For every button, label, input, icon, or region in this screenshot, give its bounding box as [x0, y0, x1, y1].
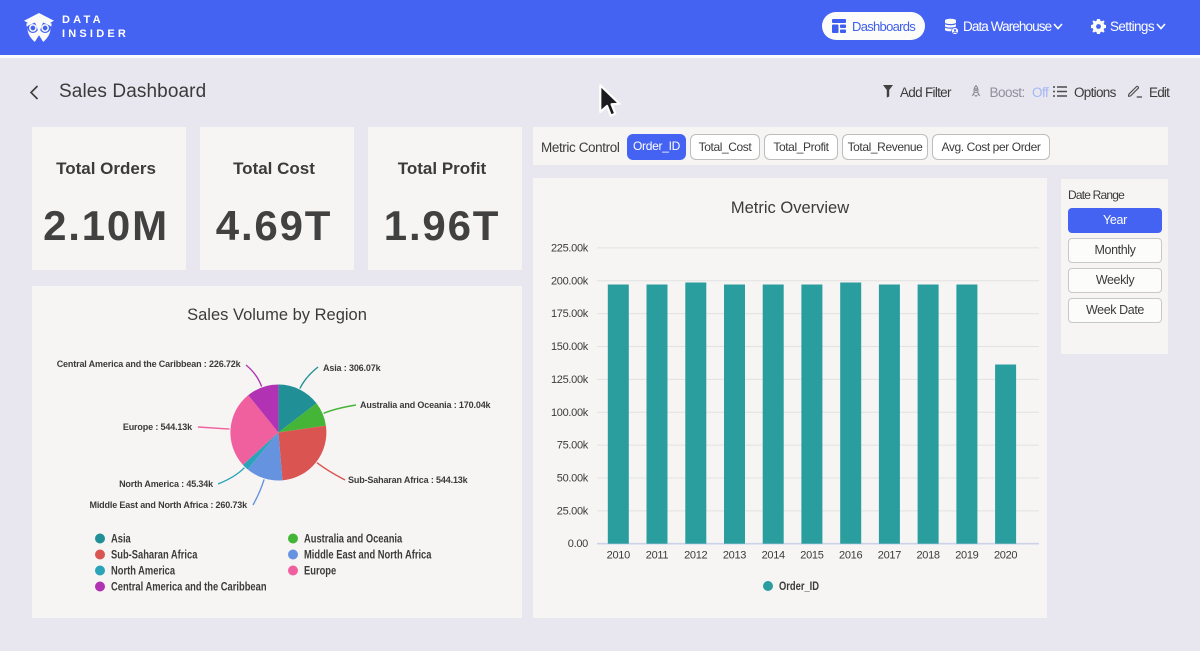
svg-text:Asia : 306.07k: Asia : 306.07k — [323, 363, 382, 373]
svg-text:Central America and the Caribb: Central America and the Caribbean — [111, 580, 267, 593]
svg-text:2016: 2016 — [839, 550, 862, 562]
svg-text:75.00k: 75.00k — [557, 440, 589, 452]
svg-text:2010: 2010 — [607, 550, 630, 562]
svg-text:175.00k: 175.00k — [551, 308, 589, 320]
svg-text:Europe: Europe — [304, 564, 336, 577]
svg-text:2013: 2013 — [723, 550, 746, 562]
svg-text:Middle East and North Africa: Middle East and North Africa — [304, 548, 432, 561]
svg-text:100.00k: 100.00k — [551, 407, 589, 419]
svg-text:200.00k: 200.00k — [551, 275, 589, 287]
svg-text:Central America and the Caribb: Central America and the Caribbean : 226.… — [57, 359, 242, 369]
svg-text:North America : 45.34k: North America : 45.34k — [119, 479, 214, 489]
svg-text:Europe : 544.13k: Europe : 544.13k — [123, 422, 193, 432]
svg-text:150.00k: 150.00k — [551, 341, 589, 353]
svg-text:Australia and Oceania : 170.04: Australia and Oceania : 170.04k — [360, 400, 492, 410]
svg-text:2011: 2011 — [646, 550, 669, 562]
svg-text:2017: 2017 — [878, 550, 901, 562]
svg-text:25.00k: 25.00k — [557, 505, 589, 517]
svg-text:2015: 2015 — [800, 550, 823, 562]
svg-text:Order_ID: Order_ID — [779, 580, 819, 593]
svg-text:Middle East and North Africa :: Middle East and North Africa : 260.73k — [89, 500, 248, 510]
svg-text:North America: North America — [111, 564, 176, 577]
svg-text:2018: 2018 — [916, 550, 939, 562]
svg-text:125.00k: 125.00k — [551, 374, 589, 386]
svg-text:Australia and Oceania: Australia and Oceania — [304, 532, 403, 545]
svg-text:2020: 2020 — [994, 550, 1017, 562]
svg-text:Sub-Saharan Africa: Sub-Saharan Africa — [111, 548, 198, 561]
svg-text:50.00k: 50.00k — [557, 472, 589, 484]
svg-text:2019: 2019 — [955, 550, 978, 562]
svg-text:Asia: Asia — [111, 532, 132, 545]
svg-text:Sub-Saharan Africa : 544.13k: Sub-Saharan Africa : 544.13k — [348, 475, 469, 485]
svg-text:2014: 2014 — [762, 550, 785, 562]
svg-text:225.00k: 225.00k — [551, 242, 589, 254]
svg-text:0.00: 0.00 — [568, 538, 588, 550]
svg-text:2012: 2012 — [684, 550, 707, 562]
